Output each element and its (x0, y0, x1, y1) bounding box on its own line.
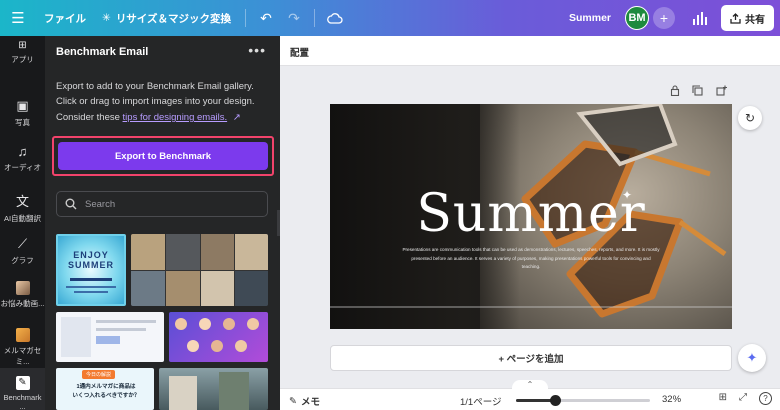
rail-item-label: メルマガセミ... (3, 346, 42, 366)
zoom-slider-knob[interactable] (550, 395, 561, 406)
canvas-toolbar: 配置 (280, 36, 780, 66)
add-page-button[interactable]: + ページを追加 (330, 345, 732, 371)
rail-item-photos[interactable]: ▣ 写真 (0, 98, 45, 128)
redo-icon[interactable]: ↷ (280, 0, 308, 36)
slide-title[interactable]: Summer (330, 184, 732, 244)
add-page-icon[interactable] (716, 85, 727, 99)
thumb-jp-line1: 1通内メルマガに商品は (76, 384, 136, 390)
resize-magic-button[interactable]: ✳ リサイズ＆マジック変換 (94, 0, 239, 36)
export-highlight: Export to Benchmark (52, 136, 274, 176)
more-options-icon[interactable]: ••• (248, 42, 266, 58)
slide-subtitle[interactable]: Presentations are communication tools th… (402, 246, 660, 272)
rail-item-label: お悩み動画... (0, 299, 45, 308)
translate-icon: 文 (15, 194, 29, 209)
rail-item-label: アプリ (11, 55, 34, 64)
thumb-badge-text: 今日の解説 (82, 370, 116, 379)
gallery-thumb-street-photo[interactable] (159, 368, 268, 410)
project-title[interactable]: Summer (569, 12, 611, 24)
panel-description: Export to add to your Benchmark Email ga… (56, 81, 255, 107)
left-rail: ⊞ アプリ ▣ 写真 ♫ オーディオ 文 AI自動翻訳 ⟋ グラフ お悩み動画.… (0, 36, 45, 410)
avatar[interactable]: BM (625, 6, 649, 30)
rail-item-newsletter-app[interactable]: メルマガセミ... (0, 328, 45, 367)
rail-item-benchmark[interactable]: ✎ Benchmark ... (0, 368, 45, 410)
undo-icon[interactable]: ↶ (252, 0, 280, 36)
share-button[interactable]: 共有 (721, 5, 774, 31)
bottom-bar: ⌃ ✎ メモ 1/1ページ 32% ⊞ ⤢ ? (280, 380, 780, 410)
refresh-icon[interactable]: ↻ (738, 106, 762, 130)
toolbar-divider (314, 9, 315, 27)
zoom-percent[interactable]: 32% (662, 394, 681, 405)
photo-icon: ▣ (16, 98, 29, 113)
rail-item-video-app[interactable]: お悩み動画... (0, 281, 45, 309)
search-box[interactable] (56, 191, 268, 217)
gallery-thumb-screenshot[interactable] (56, 312, 164, 362)
resize-magic-label: リサイズ＆マジック変換 (115, 12, 231, 25)
view-controls: ⊞ ⤢ ? (719, 392, 772, 405)
gallery-thumb-photo-collage[interactable] (131, 234, 268, 306)
benchmark-icon: ✎ (15, 376, 30, 390)
rail-item-label: Benchmark ... (3, 393, 42, 410)
file-menu-button[interactable]: ファイル (36, 0, 94, 36)
tip-prefix: Consider these (56, 112, 123, 123)
notes-label: メモ (300, 397, 320, 408)
notes-button[interactable]: ✎ メモ (289, 394, 320, 409)
insights-chart-icon[interactable] (687, 6, 713, 30)
zoom-slider[interactable] (516, 395, 650, 406)
search-icon (65, 198, 77, 210)
share-label: 共有 (745, 14, 765, 26)
design-slide[interactable]: Summer Presentations are communication t… (330, 104, 732, 329)
gallery-thumb-avatars[interactable] (169, 312, 268, 362)
tips-link[interactable]: tips for designing emails. (123, 112, 228, 123)
magic-assistant-icon[interactable]: ✦ (738, 344, 766, 372)
add-collaborator-icon[interactable]: + (653, 7, 675, 29)
thumb-summer-text: SUMMER (68, 260, 114, 270)
export-to-benchmark-button[interactable]: Export to Benchmark (58, 142, 268, 170)
app-thumb-icon (15, 281, 30, 295)
rail-item-graph[interactable]: ⟋ グラフ (0, 236, 45, 266)
search-input[interactable] (85, 198, 255, 210)
page-indicator[interactable]: 1/1ページ (460, 394, 502, 408)
gallery-thumb-enjoy-summer[interactable]: ENJOY SUMMER (56, 234, 126, 306)
rail-item-audio[interactable]: ♫ オーディオ (0, 144, 45, 173)
rail-item-ai-translate[interactable]: 文 AI自動翻訳 (0, 191, 45, 224)
gallery-thumb-newsletter[interactable]: 今日の解説 1通内メルマガに商品は いくつ入れるべきですか？ (56, 368, 154, 410)
fullscreen-icon[interactable]: ⤢ (739, 392, 747, 405)
hamburger-icon[interactable]: ☰ (0, 0, 36, 36)
notes-icon: ✎ (289, 395, 297, 407)
arrange-button[interactable]: 配置 (290, 45, 309, 59)
rail-item-label: グラフ (11, 256, 34, 265)
help-icon[interactable]: ? (759, 392, 772, 405)
toolbar-divider (245, 9, 246, 27)
upload-icon (730, 12, 741, 24)
cloud-save-icon[interactable] (321, 0, 349, 36)
grid-view-icon[interactable]: ⊞ (719, 392, 727, 405)
rail-item-label: オーディオ (4, 163, 41, 172)
panel-title: Benchmark Email (56, 46, 149, 58)
panel-tip: Consider these tips for designing emails… (56, 112, 241, 123)
top-toolbar: ☰ ファイル ✳ リサイズ＆マジック変換 ↶ ↷ Summer BM + 共有 (0, 0, 780, 36)
sparkle-decoration-icon: ✦ (622, 188, 633, 202)
lock-icon[interactable] (670, 85, 680, 99)
music-icon: ♫ (17, 144, 28, 159)
thumb-enjoy-text: ENJOY (73, 250, 109, 260)
thumb-jp-line2: いくつ入れるべきですか？ (72, 393, 140, 399)
apps-icon: ⊞ (18, 40, 27, 51)
canvas-area: 配置 Summer Presentations are communicatio… (280, 36, 780, 388)
chevron-up-icon[interactable]: ⌃ (512, 380, 548, 392)
sparkle-icon: ✳ (102, 12, 111, 24)
rail-item-label: 写真 (15, 118, 30, 127)
external-link-icon: ↗ (232, 112, 241, 123)
rail-item-apps[interactable]: ⊞ アプリ (0, 40, 45, 65)
app-thumb-icon (15, 328, 30, 342)
duplicate-page-icon[interactable] (692, 85, 703, 99)
graph-icon: ⟋ (17, 236, 28, 251)
benchmark-panel: Benchmark Email ••• Export to add to you… (45, 36, 280, 410)
rail-item-label: AI自動翻訳 (3, 214, 42, 223)
